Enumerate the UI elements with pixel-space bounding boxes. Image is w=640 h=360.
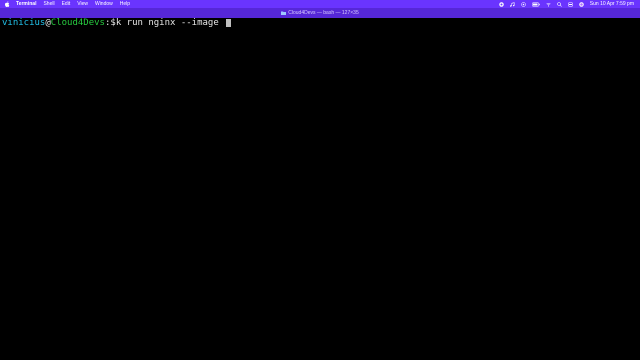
folder-icon: [281, 11, 287, 15]
prompt-user: vinicius: [2, 18, 46, 28]
command-text: k run nginx --image: [115, 18, 225, 28]
menu-edit[interactable]: Edit: [62, 0, 71, 8]
menu-help[interactable]: Help: [120, 0, 130, 8]
music-icon[interactable]: [509, 1, 515, 7]
menu-bar: Terminal Shell Edit View Window Help Sun…: [0, 0, 640, 8]
prompt-host: Cloud4Devs: [50, 18, 105, 28]
record-icon[interactable]: [499, 1, 504, 7]
wifi-status-icon[interactable]: [521, 1, 526, 7]
window-title-bar[interactable]: Cloud4Devs — bash — 127×35: [0, 8, 640, 18]
menu-bar-clock[interactable]: Sun 10 Apr 7:59 pm: [590, 0, 634, 8]
prompt-separator: :$: [104, 18, 116, 28]
menu-window[interactable]: Window: [95, 0, 113, 8]
siri-icon[interactable]: [579, 1, 584, 7]
wifi-icon[interactable]: [546, 2, 551, 7]
terminal-content[interactable]: vinicius @ Cloud4Devs:$ k run nginx --image: [0, 18, 640, 360]
menu-bar-status: Sun 10 Apr 7:59 pm: [499, 0, 640, 8]
control-center-icon[interactable]: [567, 2, 573, 7]
menu-view[interactable]: View: [77, 0, 88, 8]
text-cursor: [226, 19, 232, 27]
menu-shell[interactable]: Shell: [43, 0, 54, 8]
menu-bar-left: Terminal Shell Edit View Window Help: [0, 0, 137, 8]
window-title: Cloud4Devs — bash — 127×35: [288, 10, 359, 16]
prompt-line: vinicius @ Cloud4Devs:$ k run nginx --image: [2, 18, 232, 28]
search-icon[interactable]: [556, 1, 562, 7]
apple-icon[interactable]: [5, 1, 10, 7]
battery-icon[interactable]: [531, 2, 540, 7]
menu-app-terminal[interactable]: Terminal: [16, 0, 36, 8]
